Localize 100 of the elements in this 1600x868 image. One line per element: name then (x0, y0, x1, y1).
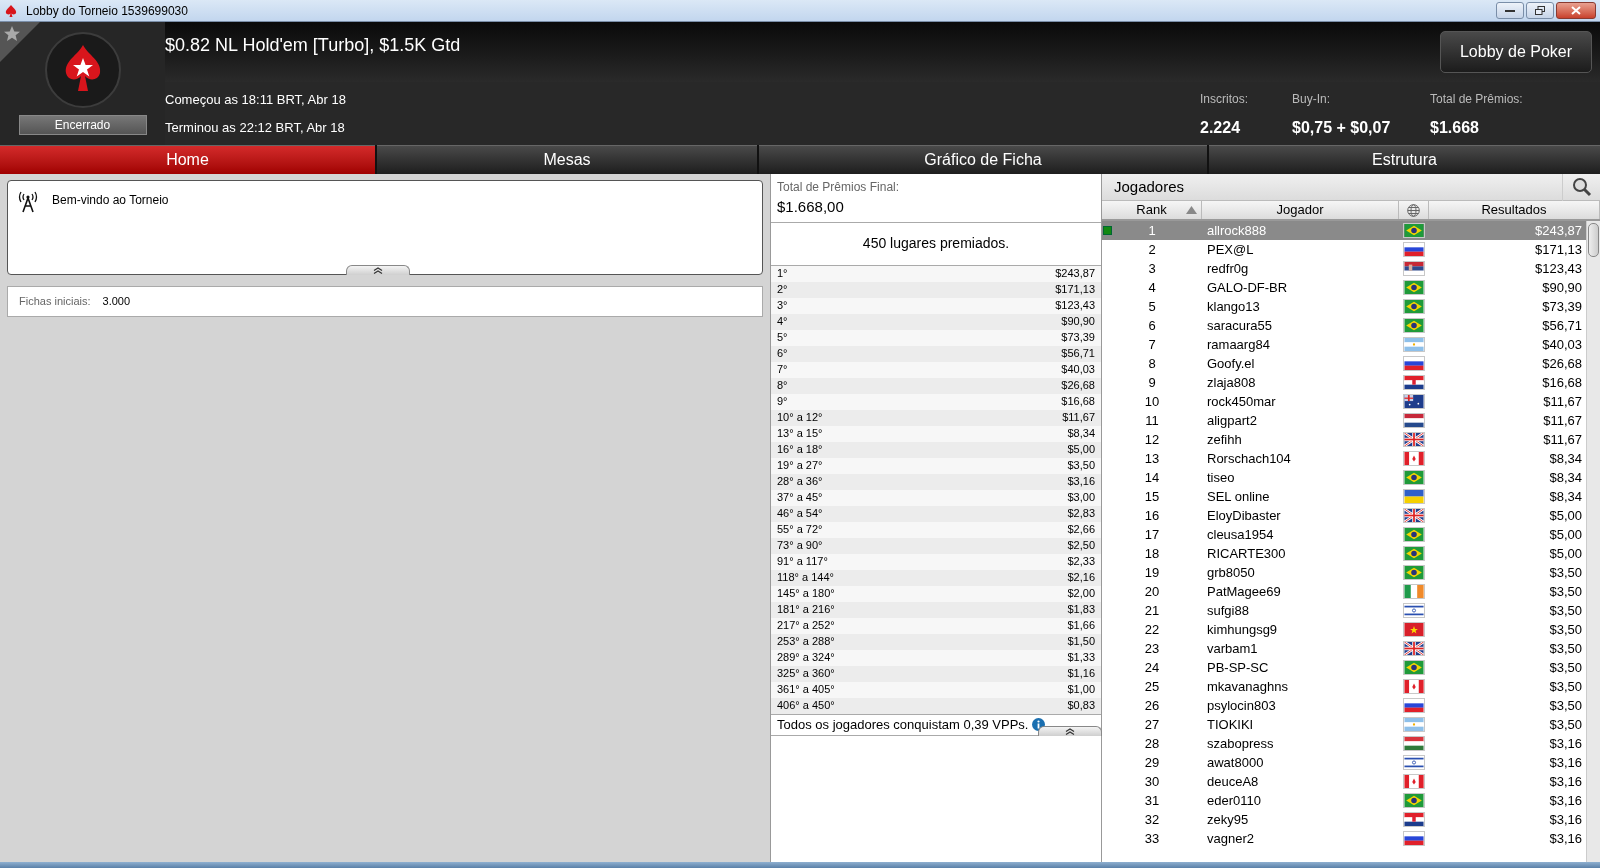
player-row[interactable]: 4 GALO-DF-BR $90,90 (1102, 278, 1586, 297)
prize-amount: $11,67 (1062, 410, 1095, 426)
tab[interactable]: Gráfico de Ficha (759, 145, 1207, 174)
player-row[interactable]: 26 psylocin803 $3,50 (1102, 696, 1586, 715)
player-row[interactable]: 23 varbam1 $3,50 (1102, 639, 1586, 658)
player-result: $8,34 (1548, 487, 1583, 506)
column-header[interactable]: Rank (1102, 201, 1202, 219)
player-rank: 20 (1144, 582, 1160, 601)
player-row[interactable]: 7 ramaarg84 $40,03 (1102, 335, 1586, 354)
player-rank: 18 (1144, 544, 1160, 563)
prize-place: 325° a 360° (777, 666, 835, 682)
player-name: ramaarg84 (1206, 335, 1271, 354)
player-name: SEL online (1206, 487, 1271, 506)
lobby-button[interactable]: Lobby de Poker (1440, 31, 1592, 73)
player-result: $16,68 (1541, 373, 1583, 392)
minimize-button[interactable] (1496, 2, 1524, 19)
player-row[interactable]: 2 PEX@L $171,13 (1102, 240, 1586, 259)
player-rank: 1 (1148, 221, 1156, 240)
player-row[interactable]: 19 grb8050 $3,50 (1102, 563, 1586, 582)
player-result: $3,50 (1548, 658, 1583, 677)
prize-amount: $2,33 (1067, 554, 1095, 570)
player-row[interactable]: 22 kimhungsg9 $3,50 (1102, 620, 1586, 639)
player-row[interactable]: 16 EloyDibaster $5,00 (1102, 506, 1586, 525)
player-rank: 3 (1148, 259, 1156, 278)
tab[interactable]: Mesas (377, 145, 757, 174)
selection-marker (1103, 226, 1112, 235)
player-rank: 32 (1144, 810, 1160, 829)
player-name: TIOKIKI (1206, 715, 1255, 734)
player-name: Goofy.el (1206, 354, 1256, 373)
prize-place: 10° a 12° (777, 410, 823, 426)
player-rank: 23 (1144, 639, 1160, 658)
prize-amount: $8,34 (1067, 426, 1095, 442)
close-button[interactable] (1556, 2, 1596, 19)
player-name: sufgi88 (1206, 601, 1250, 620)
player-result: $3,16 (1548, 734, 1583, 753)
player-row[interactable]: 25 mkavanaghns $3,50 (1102, 677, 1586, 696)
collapse-button[interactable] (346, 265, 410, 275)
player-row[interactable]: 10 rock450mar $11,67 (1102, 392, 1586, 411)
collapse-button[interactable] (1038, 725, 1102, 736)
player-rank: 19 (1144, 563, 1160, 582)
player-rank: 10 (1144, 392, 1160, 411)
star-icon (0, 22, 40, 62)
player-result: $40,03 (1541, 335, 1583, 354)
player-row[interactable]: 30 deuceA8 $3,16 (1102, 772, 1586, 791)
player-row[interactable]: 13 Rorschach104 $8,34 (1102, 449, 1586, 468)
player-name: Rorschach104 (1206, 449, 1292, 468)
restore-button[interactable] (1526, 2, 1554, 19)
player-row[interactable]: 17 cleusa1954 $5,00 (1102, 525, 1586, 544)
player-name: vagner2 (1206, 829, 1255, 848)
player-row[interactable]: 12 zefihh $11,67 (1102, 430, 1586, 449)
player-rank: 27 (1144, 715, 1160, 734)
player-row[interactable]: 15 SEL online $8,34 (1102, 487, 1586, 506)
chips-value: 3.000 (102, 294, 131, 310)
prize-amount: $1,83 (1067, 602, 1095, 618)
player-row[interactable]: 18 RICARTE300 $5,00 (1102, 544, 1586, 563)
player-row[interactable]: 29 awat8000 $3,16 (1102, 753, 1586, 772)
player-result: $8,34 (1548, 468, 1583, 487)
player-row[interactable]: 20 PatMagee69 $3,50 (1102, 582, 1586, 601)
tab[interactable]: Home (0, 145, 375, 174)
prize-amount: $5,00 (1067, 442, 1095, 458)
player-rank: 15 (1144, 487, 1160, 506)
player-row[interactable]: 8 Goofy.el $26,68 (1102, 354, 1586, 373)
player-row[interactable]: 31 eder0110 $3,16 (1102, 791, 1586, 810)
player-row[interactable]: 5 klango13 $73,39 (1102, 297, 1586, 316)
prize-place: 8° (777, 378, 788, 394)
prize-amount: $3,50 (1067, 458, 1095, 474)
stat-label: Total de Prêmios: (1430, 91, 1524, 108)
player-row[interactable]: 27 TIOKIKI $3,50 (1102, 715, 1586, 734)
player-name: aligpart2 (1206, 411, 1258, 430)
player-result: $3,50 (1548, 696, 1583, 715)
player-row[interactable]: 28 szabopress $3,16 (1102, 734, 1586, 753)
player-rank: 9 (1148, 373, 1156, 392)
prize-amount: $1,50 (1067, 634, 1095, 650)
player-result: $11,67 (1542, 411, 1583, 430)
stat-value: 2.224 (1200, 118, 1242, 138)
player-row[interactable]: 3 redfr0g $123,43 (1102, 259, 1586, 278)
player-row[interactable]: 21 sufgi88 $3,50 (1102, 601, 1586, 620)
player-rank: 30 (1144, 772, 1160, 791)
player-name: saracura55 (1206, 316, 1274, 335)
prize-place: 91° a 117° (777, 554, 828, 570)
player-result: $3,50 (1548, 620, 1583, 639)
player-name: klango13 (1206, 297, 1261, 316)
player-row[interactable]: 11 aligpart2 $11,67 (1102, 411, 1586, 430)
player-rank: 7 (1148, 335, 1156, 354)
player-row[interactable]: 24 PB-SP-SC $3,50 (1102, 658, 1586, 677)
prize-amount: $90,90 (1061, 314, 1095, 330)
end-time: Terminou as 22:12 BRT, Abr 18 (165, 119, 346, 137)
tab[interactable]: Estrutura (1209, 145, 1600, 174)
player-row[interactable]: 33 vagner2 $3,16 (1102, 829, 1586, 848)
player-name: grb8050 (1206, 563, 1256, 582)
player-result: $11,67 (1542, 430, 1583, 449)
player-result: $3,16 (1548, 810, 1583, 829)
column-header[interactable]: Jogador (1202, 201, 1399, 219)
player-row[interactable]: 6 saracura55 $56,71 (1102, 316, 1586, 335)
player-row[interactable]: 14 tiseo $8,34 (1102, 468, 1586, 487)
player-rank: 17 (1144, 525, 1160, 544)
column-header[interactable]: Resultados (1429, 201, 1600, 219)
player-row[interactable]: 9 zlaja808 $16,68 (1102, 373, 1586, 392)
player-rank: 5 (1148, 297, 1156, 316)
player-row[interactable]: 32 zeky95 $3,16 (1102, 810, 1586, 829)
